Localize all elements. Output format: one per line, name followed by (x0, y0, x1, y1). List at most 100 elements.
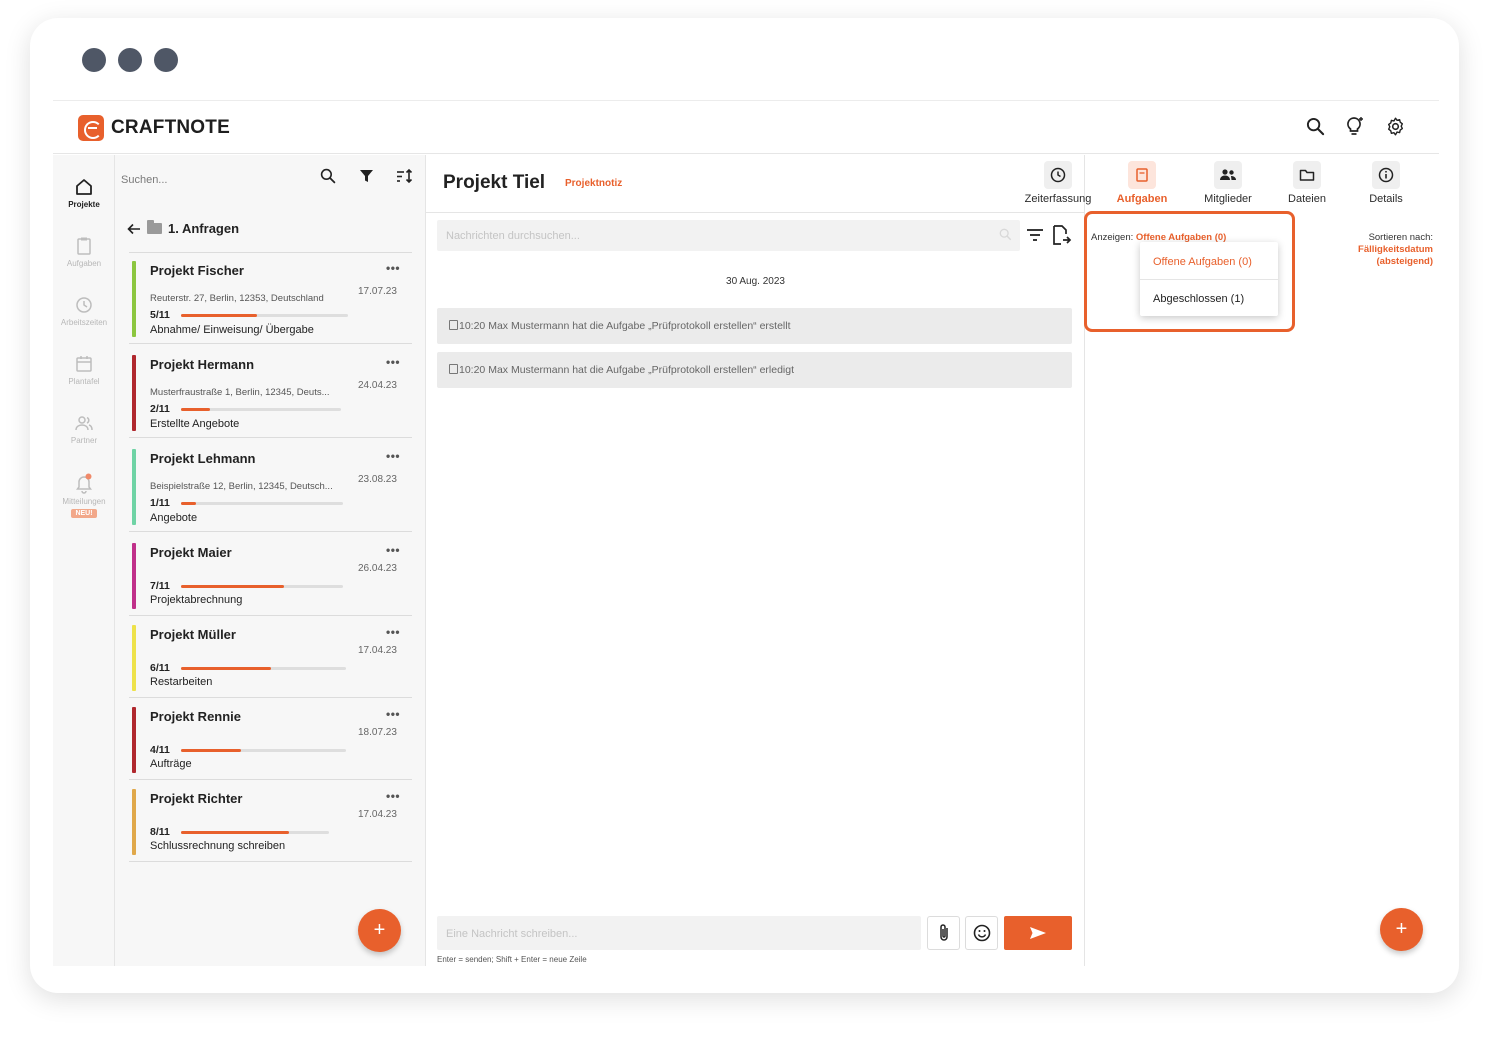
members-icon (1220, 169, 1236, 180)
more-options-icon[interactable]: ••• (386, 449, 400, 463)
info-icon (1378, 167, 1394, 183)
project-stage: Erstellte Angebote (150, 418, 240, 430)
sort-value[interactable]: Fälligkeitsdatum (1358, 244, 1433, 256)
nav-item-plantafel[interactable]: Plantafel (53, 354, 115, 386)
list-divider (129, 531, 412, 532)
calendar-icon (76, 356, 92, 372)
date-separator: 30 Aug. 2023 (726, 276, 785, 287)
project-progress-label: 4/11 (150, 744, 170, 756)
add-task-button[interactable]: + (1380, 908, 1423, 951)
tab-mitglieder[interactable]: Mitglieder (1189, 161, 1267, 205)
project-card[interactable]: Projekt Rennie ••• 18.07.23 4/11 Aufträge (129, 707, 412, 773)
window-dot-maximize[interactable] (154, 48, 178, 72)
search-icon[interactable] (1304, 115, 1326, 137)
message-search-placeholder: Nachrichten durchsuchen... (446, 230, 580, 242)
project-name: Projekt Lehmann (150, 451, 256, 466)
more-options-icon[interactable]: ••• (386, 789, 400, 803)
arrow-left-icon[interactable] (127, 223, 141, 235)
project-card[interactable]: Projekt Richter ••• 17.04.23 8/11 Schlussrec… (129, 789, 412, 855)
more-options-icon[interactable]: ••• (386, 707, 400, 721)
task-event-icon (449, 320, 458, 330)
project-color-bar (132, 789, 136, 855)
lightbulb-icon[interactable] (1344, 115, 1366, 137)
project-name: Projekt Maier (150, 545, 232, 560)
project-card[interactable]: Projekt Lehmann ••• Beispielstraße 12, Ber… (129, 449, 412, 525)
window-dot-minimize[interactable] (118, 48, 142, 72)
sort-order[interactable]: (absteigend) (1358, 256, 1433, 268)
project-name: Projekt Fischer (150, 263, 244, 278)
window-dot-close[interactable] (82, 48, 106, 72)
logo[interactable]: CRAFTNOTE (78, 115, 230, 141)
project-progress-label: 5/11 (150, 309, 170, 321)
more-options-icon[interactable]: ••• (386, 543, 400, 557)
bell-icon (76, 473, 92, 494)
project-progress-bar (181, 667, 346, 670)
project-search-input[interactable]: Suchen... (121, 174, 167, 186)
sort-label: Sortieren nach: (1368, 232, 1433, 243)
project-name: Projekt Richter (150, 791, 243, 806)
project-name: Projekt Müller (150, 627, 236, 642)
more-options-icon[interactable]: ••• (386, 625, 400, 639)
list-divider (129, 615, 412, 616)
tab-dateien[interactable]: Dateien (1271, 161, 1343, 205)
page-title: Projekt Tiel (443, 172, 546, 193)
search-icon[interactable] (999, 228, 1012, 246)
folder-breadcrumb[interactable]: 1. Anfragen (127, 220, 239, 236)
project-address: Beispielstraße 12, Berlin, 12345, Deutsc… (150, 481, 333, 492)
project-date: 18.07.23 (358, 727, 397, 738)
project-subtitle[interactable]: Projektnotiz (565, 178, 622, 189)
nav-label: Aufgaben (66, 259, 102, 268)
project-card[interactable]: Projekt Hermann ••• Musterfraustraße 1, Be… (129, 355, 412, 431)
project-color-bar (132, 543, 136, 609)
search-icon[interactable] (320, 168, 336, 189)
nav-label: Mitteilungen (62, 497, 106, 506)
nav-item-projekte[interactable]: Projekte (53, 177, 115, 209)
emoji-button[interactable] (965, 916, 998, 950)
project-name: Projekt Hermann (150, 357, 255, 372)
nav-item-aufgaben[interactable]: Aufgaben (53, 236, 115, 268)
message-search-input[interactable]: Nachrichten durchsuchen... (437, 220, 1020, 251)
project-color-bar (132, 449, 136, 525)
filter-lines-icon[interactable] (1026, 227, 1044, 248)
project-progress-label: 6/11 (150, 662, 170, 674)
tab-aufgaben[interactable]: Aufgaben (1111, 161, 1173, 205)
main-nav: Projekte Aufgaben Arbeitszeiten Plantafe… (53, 155, 115, 966)
nav-item-partner[interactable]: Partner (53, 413, 115, 445)
clipboard-icon (77, 237, 91, 255)
project-address: Musterfraustraße 1, Berlin, 12345, Deuts… (150, 387, 330, 398)
project-date: 17.04.23 (358, 645, 397, 656)
project-progress-bar (181, 749, 346, 752)
nav-item-mitteilungen[interactable]: Mitteilungen NEU! (53, 472, 115, 518)
project-stage: Abnahme/ Einweisung/ Übergabe (150, 324, 314, 336)
project-card[interactable]: Projekt Maier ••• 26.04.23 7/11 Projektabrec… (129, 543, 412, 609)
tab-details[interactable]: Details (1355, 161, 1417, 205)
sort-icon[interactable] (396, 168, 413, 189)
add-project-button[interactable]: + (358, 909, 401, 952)
logo-text: CRAFTNOTE (111, 117, 230, 138)
project-color-bar (132, 355, 136, 431)
smiley-icon (973, 924, 990, 942)
more-options-icon[interactable]: ••• (386, 355, 400, 369)
project-date: 24.04.23 (358, 380, 397, 391)
project-progress-fill (181, 314, 257, 317)
filter-icon[interactable] (359, 168, 374, 189)
attach-button[interactable] (927, 916, 960, 950)
tab-label: Aufgaben (1116, 193, 1168, 205)
nav-item-arbeitszeiten[interactable]: Arbeitszeiten (53, 295, 115, 327)
list-divider (129, 343, 412, 344)
header-divider (426, 212, 1085, 213)
message-input[interactable]: Eine Nachricht schreiben... (437, 916, 921, 950)
people-icon (75, 416, 93, 431)
project-card[interactable]: Projekt Müller ••• 17.04.23 6/11 Restarbeite… (129, 625, 412, 691)
export-document-icon[interactable] (1052, 224, 1072, 251)
more-options-icon[interactable]: ••• (386, 261, 400, 275)
project-progress-label: 8/11 (150, 826, 170, 838)
gear-icon[interactable] (1384, 115, 1406, 137)
tab-zeiterfassung[interactable]: Zeiterfassung (1019, 161, 1097, 205)
project-address: Reuterstr. 27, Berlin, 12353, Deutschlan… (150, 293, 324, 304)
sort-control[interactable]: Sortieren nach: Fälligkeitsdatum (abstei… (1358, 232, 1433, 268)
project-progress-fill (181, 502, 196, 505)
nav-label: Plantafel (68, 377, 100, 386)
project-card[interactable]: Projekt Fischer ••• Reuterstr. 27, Berlin,… (129, 261, 412, 337)
send-button[interactable] (1004, 916, 1072, 950)
